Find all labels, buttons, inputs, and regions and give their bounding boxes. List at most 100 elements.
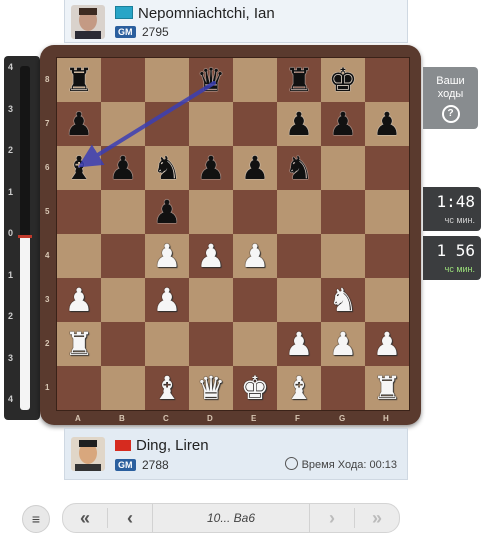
square-g1[interactable] (321, 366, 365, 410)
square-g4[interactable] (321, 234, 365, 278)
square-g2[interactable]: ♟ (321, 322, 365, 366)
square-c1[interactable]: ♝ (145, 366, 189, 410)
white-pawn-icon[interactable]: ♟ (241, 240, 270, 272)
square-g5[interactable] (321, 190, 365, 234)
first-move-button[interactable]: « (63, 508, 107, 529)
square-a1[interactable] (57, 366, 101, 410)
black-knight-icon[interactable]: ♞ (153, 152, 182, 184)
square-d3[interactable] (189, 278, 233, 322)
square-b3[interactable] (101, 278, 145, 322)
white-queen-icon[interactable]: ♛ (197, 372, 226, 404)
square-c2[interactable] (145, 322, 189, 366)
white-king-icon[interactable]: ♚ (241, 372, 270, 404)
square-c7[interactable] (145, 102, 189, 146)
square-e5[interactable] (233, 190, 277, 234)
square-d2[interactable] (189, 322, 233, 366)
square-e3[interactable] (233, 278, 277, 322)
black-knight-icon[interactable]: ♞ (285, 152, 314, 184)
square-a8[interactable]: ♜ (57, 58, 101, 102)
square-d8[interactable]: ♛ (189, 58, 233, 102)
square-h7[interactable]: ♟ (365, 102, 409, 146)
menu-button[interactable]: ≡ (22, 505, 50, 533)
square-h2[interactable]: ♟ (365, 322, 409, 366)
black-rook-icon[interactable]: ♜ (285, 64, 314, 96)
black-pawn-icon[interactable]: ♟ (241, 152, 270, 184)
square-h3[interactable] (365, 278, 409, 322)
white-rook-icon[interactable]: ♜ (373, 372, 402, 404)
square-e7[interactable] (233, 102, 277, 146)
square-a2[interactable]: ♜ (57, 322, 101, 366)
white-pawn-icon[interactable]: ♟ (65, 284, 94, 316)
square-f3[interactable] (277, 278, 321, 322)
square-e8[interactable] (233, 58, 277, 102)
black-pawn-icon[interactable]: ♟ (329, 108, 358, 140)
square-f2[interactable]: ♟ (277, 322, 321, 366)
square-b6[interactable]: ♟ (101, 146, 145, 190)
current-move-label[interactable]: 10... Ва6 (152, 504, 310, 532)
square-e6[interactable]: ♟ (233, 146, 277, 190)
square-d4[interactable]: ♟ (189, 234, 233, 278)
square-e4[interactable]: ♟ (233, 234, 277, 278)
square-f1[interactable]: ♝ (277, 366, 321, 410)
black-pawn-icon[interactable]: ♟ (153, 196, 182, 228)
chess-board[interactable]: ♜ ♛ ♜ ♚ ♟ ♟ ♟ ♟ ♝ ♟ ♞ ♟ ♟ ♞ ♟ ♟ ♟ ♟ ♟ ♟ ♞ ♜ ♟ ♟ ♟ ♝ ♛ ♚ ♝ ♜ (56, 57, 410, 411)
square-c6[interactable]: ♞ (145, 146, 189, 190)
square-h8[interactable] (365, 58, 409, 102)
white-pawn-icon[interactable]: ♟ (329, 328, 358, 360)
square-h5[interactable] (365, 190, 409, 234)
square-g8[interactable]: ♚ (321, 58, 365, 102)
square-b2[interactable] (101, 322, 145, 366)
square-f6[interactable]: ♞ (277, 146, 321, 190)
white-rook-icon[interactable]: ♜ (65, 328, 94, 360)
black-pawn-icon[interactable]: ♟ (65, 108, 94, 140)
square-b1[interactable] (101, 366, 145, 410)
square-e2[interactable] (233, 322, 277, 366)
square-g3[interactable]: ♞ (321, 278, 365, 322)
square-g7[interactable]: ♟ (321, 102, 365, 146)
black-pawn-icon[interactable]: ♟ (109, 152, 138, 184)
square-g6[interactable] (321, 146, 365, 190)
square-d7[interactable] (189, 102, 233, 146)
white-pawn-icon[interactable]: ♟ (197, 240, 226, 272)
square-b8[interactable] (101, 58, 145, 102)
square-e1[interactable]: ♚ (233, 366, 277, 410)
black-pawn-icon[interactable]: ♟ (373, 108, 402, 140)
black-pawn-icon[interactable]: ♟ (197, 152, 226, 184)
last-move-button[interactable]: » (355, 508, 399, 529)
square-f7[interactable]: ♟ (277, 102, 321, 146)
white-bishop-icon[interactable]: ♝ (285, 372, 314, 404)
square-c5[interactable]: ♟ (145, 190, 189, 234)
square-a6[interactable]: ♝ (57, 146, 101, 190)
square-b7[interactable] (101, 102, 145, 146)
square-h4[interactable] (365, 234, 409, 278)
square-f4[interactable] (277, 234, 321, 278)
square-d6[interactable]: ♟ (189, 146, 233, 190)
previous-move-button[interactable]: ‹ (108, 508, 152, 529)
black-king-icon[interactable]: ♚ (329, 64, 358, 96)
square-a4[interactable] (57, 234, 101, 278)
your-moves-panel[interactable]: Ваши ходы ? (423, 67, 478, 129)
square-f5[interactable] (277, 190, 321, 234)
next-move-button[interactable]: › (310, 508, 354, 529)
white-bishop-icon[interactable]: ♝ (153, 372, 182, 404)
black-pawn-icon[interactable]: ♟ (285, 108, 314, 140)
square-a3[interactable]: ♟ (57, 278, 101, 322)
black-rook-icon[interactable]: ♜ (65, 64, 94, 96)
square-d1[interactable]: ♛ (189, 366, 233, 410)
black-bishop-icon[interactable]: ♝ (65, 152, 94, 184)
square-b5[interactable] (101, 190, 145, 234)
square-f8[interactable]: ♜ (277, 58, 321, 102)
square-c8[interactable] (145, 58, 189, 102)
square-b4[interactable] (101, 234, 145, 278)
square-d5[interactable] (189, 190, 233, 234)
help-icon[interactable]: ? (441, 105, 460, 123)
square-h6[interactable] (365, 146, 409, 190)
white-pawn-icon[interactable]: ♟ (153, 240, 182, 272)
white-pawn-icon[interactable]: ♟ (373, 328, 402, 360)
square-c3[interactable]: ♟ (145, 278, 189, 322)
square-a7[interactable]: ♟ (57, 102, 101, 146)
white-knight-icon[interactable]: ♞ (329, 284, 358, 316)
white-pawn-icon[interactable]: ♟ (153, 284, 182, 316)
square-h1[interactable]: ♜ (365, 366, 409, 410)
square-a5[interactable] (57, 190, 101, 234)
